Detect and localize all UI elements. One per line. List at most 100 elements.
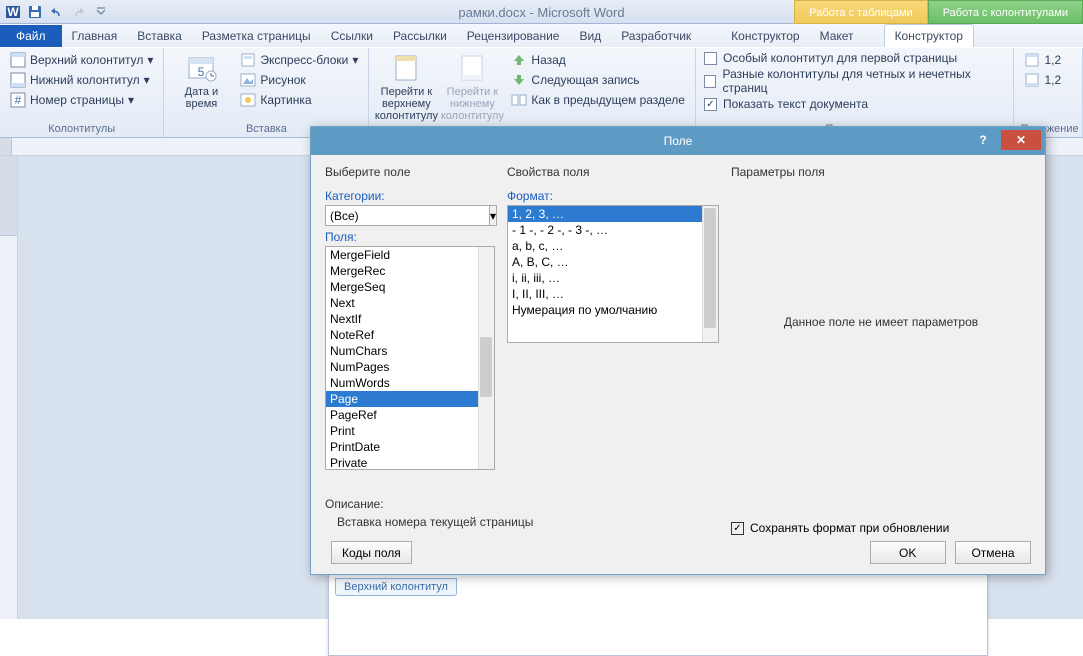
tab-table-layout[interactable]: Макет (810, 25, 864, 47)
format-item[interactable]: a, b, c, … (508, 238, 718, 254)
quickparts-icon (240, 52, 256, 68)
format-label: Формат: (507, 189, 719, 203)
field-item[interactable]: NumWords (326, 375, 494, 391)
goto-footer-button[interactable]: Перейти к нижнему колонтитулу (441, 50, 503, 124)
tab-view[interactable]: Вид (569, 25, 611, 47)
tab-home[interactable]: Главная (62, 25, 128, 47)
field-item[interactable]: NumPages (326, 359, 494, 375)
categories-dropdown[interactable]: ▾ (325, 205, 495, 226)
opt-oddeven-checkbox[interactable]: Разные колонтитулы для четных и нечетных… (702, 66, 1007, 96)
tab-layout[interactable]: Разметка страницы (192, 25, 321, 47)
field-item[interactable]: PageRef (326, 407, 494, 423)
undo-icon[interactable] (48, 3, 66, 21)
group-position: 1,2 1,2 Положение (1014, 48, 1083, 137)
format-item[interactable]: 1, 2, 3, … (508, 206, 718, 222)
categories-value[interactable] (325, 205, 489, 226)
description-label: Описание: (325, 497, 533, 511)
section-choose-field: Выберите поле (325, 165, 495, 179)
tab-refs[interactable]: Ссылки (321, 25, 383, 47)
context-tab-headerfooter: Работа с колонтитулами (928, 0, 1083, 24)
chevron-down-icon: ▾ (147, 53, 153, 67)
ok-button[interactable]: OK (870, 541, 946, 564)
field-item[interactable]: NextIf (326, 311, 494, 327)
dialog-title: Поле (664, 134, 693, 148)
pos-bottom-input[interactable]: 1,2 (1020, 70, 1065, 90)
tab-review[interactable]: Рецензирование (457, 25, 570, 47)
group-navigation: Перейти к верхнему колонтитулу Перейти к… (369, 48, 696, 137)
fieldcodes-button[interactable]: Коды поля (331, 541, 412, 564)
chevron-down-icon: ▾ (352, 53, 358, 67)
footer-icon (10, 72, 26, 88)
opt-showdoc-checkbox[interactable]: ✓Показать текст документа (702, 96, 1007, 112)
datetime-button[interactable]: 5 Дата и время (170, 50, 232, 112)
tab-table-design[interactable]: Конструктор (721, 25, 809, 47)
preserve-format-checkbox[interactable]: ✓ Сохранять формат при обновлении (731, 521, 1031, 535)
header-icon (10, 52, 26, 68)
pagenum-icon: # (10, 92, 26, 108)
section-field-props: Свойства поля (507, 165, 719, 179)
field-item[interactable]: MergeField (326, 247, 494, 263)
no-params-text: Данное поле не имеет параметров (731, 315, 1031, 329)
save-icon[interactable] (26, 3, 44, 21)
tab-insert[interactable]: Вставка (127, 25, 192, 47)
dialog-titlebar[interactable]: Поле ? ✕ (311, 127, 1045, 155)
arrow-down-icon (511, 72, 527, 88)
field-item[interactable]: Private (326, 455, 494, 470)
quickparts-button[interactable]: Экспресс-блоки▾ (236, 50, 362, 70)
tab-mail[interactable]: Рассылки (383, 25, 457, 47)
format-item[interactable]: A, B, C, … (508, 254, 718, 270)
field-item[interactable]: MergeSeq (326, 279, 494, 295)
categories-label: Категории: (325, 189, 495, 203)
footer-button[interactable]: Нижний колонтитул▾ (6, 70, 157, 90)
clipart-button[interactable]: Картинка (236, 90, 362, 110)
header-button[interactable]: Верхний колонтитул▾ (6, 50, 157, 70)
group-headerfooter: Верхний колонтитул▾ Нижний колонтитул▾ #… (0, 48, 164, 137)
field-item[interactable]: NoteRef (326, 327, 494, 343)
format-item[interactable]: I, II, III, … (508, 286, 718, 302)
contextual-tabs: Работа с таблицами Работа с колонтитулам… (794, 0, 1083, 24)
redo-icon[interactable] (70, 3, 88, 21)
format-item[interactable]: - 1 -, - 2 -, - 3 -, … (508, 222, 718, 238)
chevron-down-icon: ▾ (128, 93, 134, 107)
goto-footer-icon (456, 52, 488, 84)
scrollbar[interactable] (702, 206, 718, 342)
help-button[interactable]: ? (971, 130, 995, 150)
group-options: Особый колонтитул для первой страницы Ра… (696, 48, 1014, 137)
tab-dev[interactable]: Разработчик (611, 25, 701, 47)
pagenum-button[interactable]: #Номер страницы▾ (6, 90, 157, 110)
field-item[interactable]: Page (326, 391, 494, 407)
link-previous-button[interactable]: Как в предыдущем разделе (507, 90, 689, 110)
checkbox-icon: ✓ (704, 98, 717, 111)
header-tag: Верхний колонтитул (335, 578, 457, 596)
arrow-up-icon (511, 52, 527, 68)
nav-next-button[interactable]: Следующая запись (507, 70, 689, 90)
field-item[interactable]: Print (326, 423, 494, 439)
tab-file[interactable]: Файл (0, 25, 62, 47)
format-item[interactable]: Нумерация по умолчанию (508, 302, 718, 318)
chevron-down-icon[interactable]: ▾ (489, 205, 497, 226)
goto-header-button[interactable]: Перейти к верхнему колонтитулу (375, 50, 437, 124)
qat-customize-icon[interactable] (92, 3, 110, 21)
field-item[interactable]: Next (326, 295, 494, 311)
tab-hf-design[interactable]: Конструктор (884, 24, 974, 47)
fields-listbox[interactable]: MergeFieldMergeRecMergeSeqNextNextIfNote… (325, 246, 495, 470)
pos-top-input[interactable]: 1,2 (1020, 50, 1065, 70)
field-dialog: Поле ? ✕ Выберите поле Категории: ▾ Поля… (310, 126, 1046, 575)
ruler-top-icon (1024, 52, 1040, 68)
group-insert: 5 Дата и время Экспресс-блоки▾ Рисунок К… (164, 48, 369, 137)
checkbox-icon (704, 75, 716, 88)
close-button[interactable]: ✕ (1001, 130, 1041, 150)
svg-text:#: # (15, 93, 22, 107)
format-listbox[interactable]: 1, 2, 3, …- 1 -, - 2 -, - 3 -, …a, b, c,… (507, 205, 719, 343)
scrollbar[interactable] (478, 247, 494, 469)
field-item[interactable]: NumChars (326, 343, 494, 359)
opt-firstpage-checkbox[interactable]: Особый колонтитул для первой страницы (702, 50, 1007, 66)
field-item[interactable]: MergeRec (326, 263, 494, 279)
picture-button[interactable]: Рисунок (236, 70, 362, 90)
field-item[interactable]: PrintDate (326, 439, 494, 455)
format-item[interactable]: i, ii, iii, … (508, 270, 718, 286)
vertical-ruler[interactable] (0, 156, 18, 619)
cancel-button[interactable]: Отмена (955, 541, 1031, 564)
nav-back-button[interactable]: Назад (507, 50, 689, 70)
fields-label: Поля: (325, 230, 495, 244)
